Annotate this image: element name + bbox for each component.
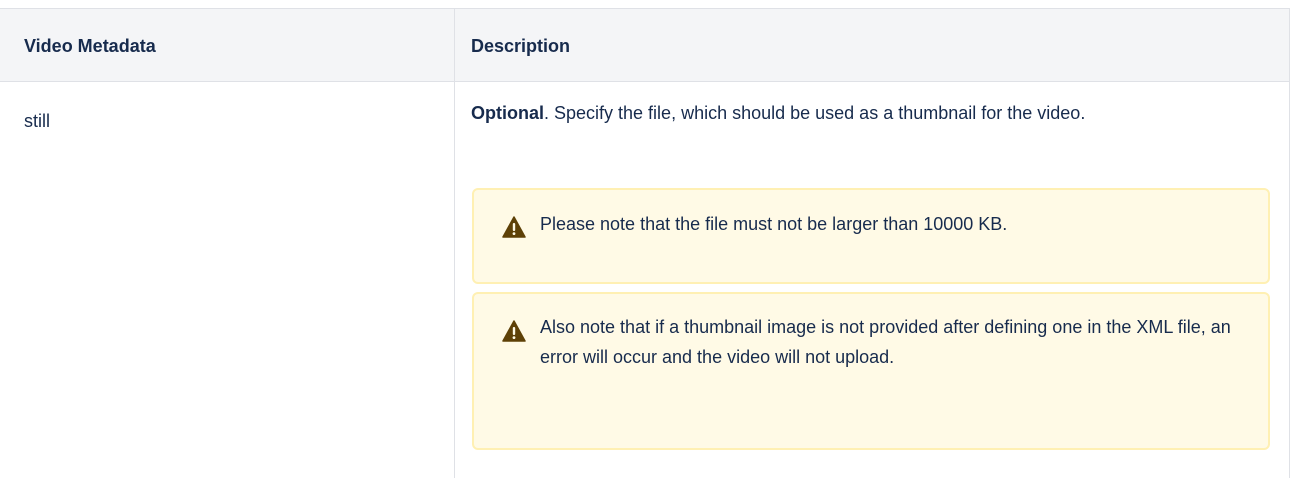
column-divider <box>454 8 455 478</box>
metadata-key-cell: still <box>24 111 50 131</box>
description-cell: Optional. Specify the file, which should… <box>471 98 1271 128</box>
table-header-row: Video Metadata Description <box>0 8 1290 82</box>
optional-label: Optional <box>471 103 544 123</box>
warning-text: Also note that if a thumbnail image is n… <box>540 317 1231 367</box>
warning-text: Please note that the file must not be la… <box>540 214 1008 234</box>
column-header-video-metadata: Video Metadata <box>24 36 156 56</box>
warning-icon <box>502 216 526 238</box>
warning-panel: Please note that the file must not be la… <box>472 188 1270 284</box>
column-header-description: Description <box>471 36 571 56</box>
metadata-table: Video Metadata Description still Optiona… <box>0 8 1290 478</box>
description-text: . Specify the file, which should be used… <box>544 103 1086 123</box>
warning-panel: Also note that if a thumbnail image is n… <box>472 292 1270 450</box>
warning-icon <box>502 320 526 342</box>
